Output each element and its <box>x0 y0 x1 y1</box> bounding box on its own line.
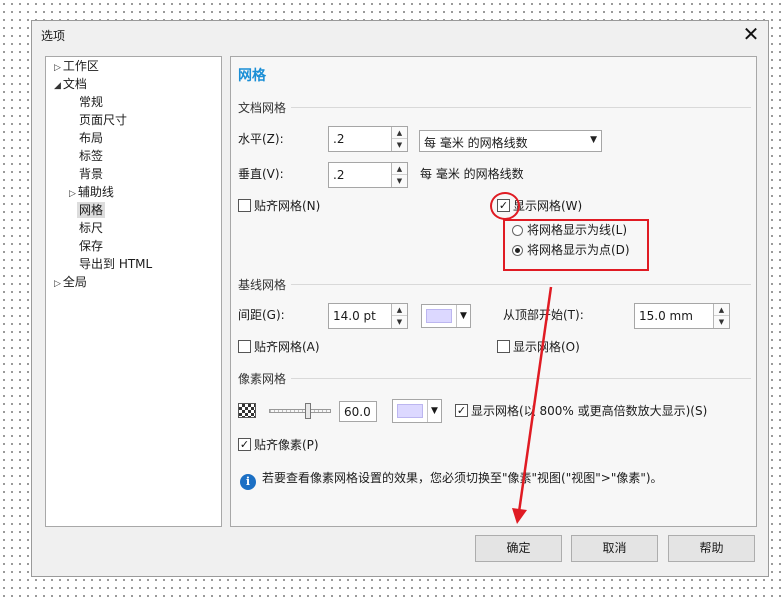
annotation-arrow <box>512 286 553 524</box>
